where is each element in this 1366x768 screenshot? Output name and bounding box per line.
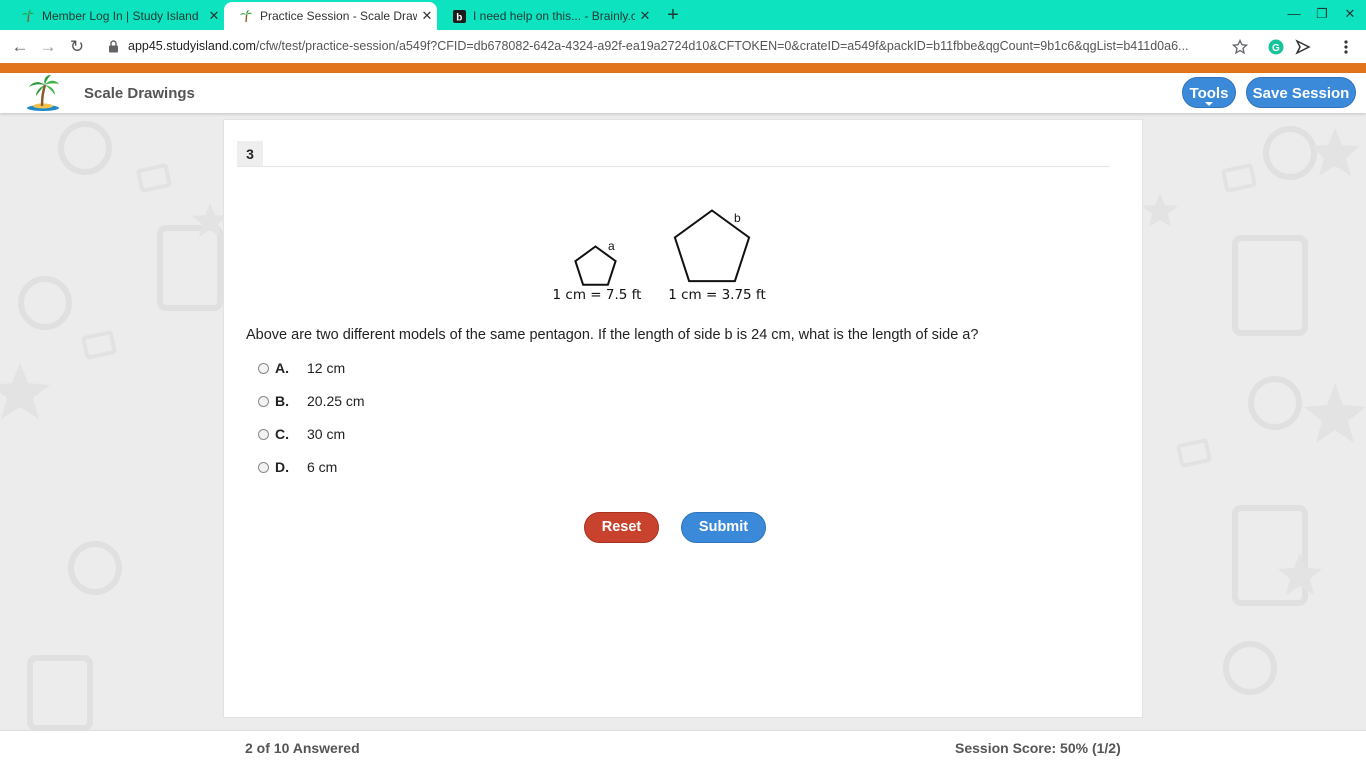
reset-button[interactable]: Reset (584, 512, 659, 543)
accent-bar (0, 63, 1366, 73)
tab-title: Practice Session - Scale Drawings (260, 9, 417, 23)
close-tab-icon[interactable]: ✕ (635, 8, 655, 24)
address-bar[interactable]: app45.studyisland.com/cfw/test/practice-… (128, 39, 1218, 53)
scale-a: 1 cm = 7.5 ft (553, 287, 642, 303)
page-title: Scale Drawings (84, 85, 195, 102)
palm-tree-icon (20, 8, 36, 24)
tab-practice-session[interactable]: Practice Session - Scale Drawings ✕ (224, 2, 437, 30)
reload-icon[interactable]: ↻ (66, 36, 88, 58)
question-number: 3 (237, 141, 263, 167)
back-icon[interactable]: ← (9, 36, 31, 58)
bookmark-star-icon[interactable] (1231, 38, 1249, 56)
restore-icon[interactable]: ❐ (1312, 6, 1332, 22)
svg-text:G: G (1272, 43, 1280, 54)
choice-text: 12 cm (307, 360, 346, 376)
save-session-button[interactable]: Save Session (1246, 77, 1356, 108)
caret-down-icon (1205, 102, 1213, 106)
choice-b[interactable]: B. 20.25 cm (258, 391, 365, 411)
grammarly-icon[interactable]: G (1267, 38, 1285, 56)
close-tab-icon[interactable]: ✕ (204, 8, 224, 24)
close-window-icon[interactable]: ✕ (1340, 6, 1360, 22)
label-a: a (608, 239, 615, 253)
submit-button[interactable]: Submit (681, 512, 766, 543)
browser-toolbar: ← → ↻ app45.studyisland.com/cfw/test/pra… (0, 30, 1366, 63)
scale-b: 1 cm = 3.75 ft (668, 287, 766, 303)
tools-label: Tools (1189, 85, 1229, 102)
tab-title: I need help on this... - Brainly.com (473, 9, 635, 23)
choice-letter: D. (275, 459, 289, 475)
choice-text: 6 cm (307, 459, 338, 475)
radio-button[interactable] (258, 362, 269, 374)
forward-icon[interactable]: → (37, 36, 59, 58)
tab-member-login[interactable]: Member Log In | Study Island ✕ (6, 2, 224, 30)
question-text: Above are two different models of the sa… (246, 327, 979, 343)
brainly-icon: b (451, 8, 467, 24)
pentagon-figure: a b 1 cm = 7.5 ft 1 cm = 3.75 ft (553, 209, 766, 303)
choice-letter: A. (275, 360, 289, 376)
tools-button[interactable]: Tools (1182, 77, 1236, 108)
close-tab-icon[interactable]: ✕ (417, 8, 437, 24)
extension-arrow-icon[interactable] (1294, 38, 1312, 56)
choice-d[interactable]: D. 6 cm (258, 457, 337, 477)
radio-button[interactable] (258, 461, 269, 473)
url-path: /cfw/test/practice-session/a549f?CFID=db… (255, 39, 1189, 53)
choice-text: 30 cm (307, 426, 346, 442)
radio-button[interactable] (258, 428, 269, 440)
new-tab-icon[interactable]: + (662, 4, 684, 27)
session-footer: 2 of 10 Answered Session Score: 50% (1/2… (0, 730, 1366, 768)
svg-text:b: b (456, 12, 462, 23)
tab-title: Member Log In | Study Island (42, 9, 199, 23)
url-host: app45.studyisland.com (128, 39, 256, 53)
radio-button[interactable] (258, 395, 269, 407)
choice-c[interactable]: C. 30 cm (258, 424, 345, 444)
minimize-icon[interactable]: — (1284, 6, 1304, 21)
menu-kebab-icon[interactable] (1337, 38, 1355, 56)
label-b: b (734, 211, 741, 225)
app-header: Scale Drawings Tools Save Session (0, 73, 1366, 113)
choice-letter: B. (275, 393, 289, 409)
browser-tab-bar: Member Log In | Study Island ✕ Practice … (0, 0, 1366, 30)
choice-text: 20.25 cm (307, 393, 365, 409)
palm-tree-icon (238, 8, 254, 24)
study-island-logo[interactable] (24, 75, 62, 111)
divider (237, 166, 1110, 167)
choice-a[interactable]: A. 12 cm (258, 358, 345, 378)
session-score: Session Score: 50% (1/2) (955, 740, 1121, 756)
question-card: 3 a b 1 cm = 7.5 ft 1 cm = 3.75 ft Above… (223, 119, 1143, 718)
tab-brainly[interactable]: b I need help on this... - Brainly.com ✕ (437, 2, 655, 30)
lock-icon[interactable] (108, 40, 119, 58)
choice-letter: C. (275, 426, 289, 442)
answered-count: 2 of 10 Answered (245, 740, 360, 756)
